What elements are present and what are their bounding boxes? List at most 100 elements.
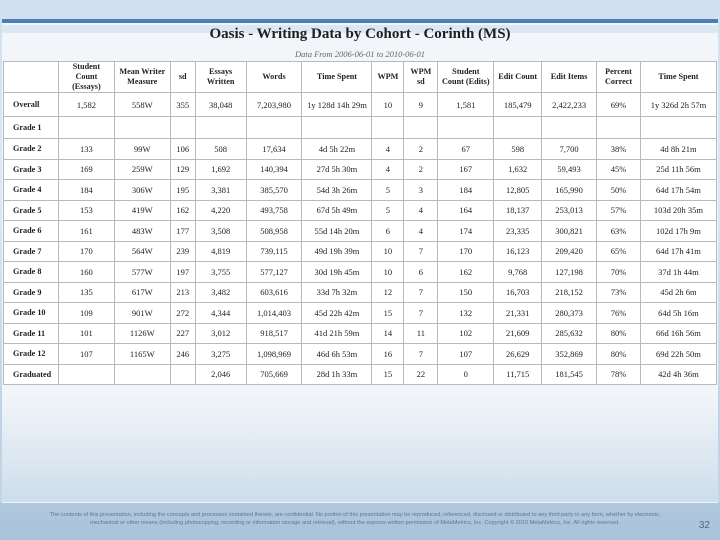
table-cell: 170: [437, 240, 495, 262]
table-row: Grade 8 160 577W 197 3,755 577,127 30d 19h 45m…: [3, 261, 718, 283]
table-cell: 99W: [113, 138, 171, 160]
table-cell: [403, 116, 439, 139]
table-cell: 493,758: [245, 199, 303, 221]
table-cell: 1,632: [493, 158, 543, 180]
table-cell: 153: [57, 199, 115, 221]
row-label: Grade 8: [3, 261, 59, 283]
table-cell: 4,220: [194, 199, 247, 221]
row-label: Grade 2: [3, 138, 59, 160]
table-cell: 129: [169, 158, 196, 180]
table-cell: 46d 6h 53m: [301, 343, 373, 365]
table-cell: 73%: [596, 281, 641, 303]
table-cell: 160: [57, 261, 115, 283]
table-cell: 1,582: [57, 92, 115, 117]
table-cell: 209,420: [541, 240, 598, 262]
table-cell: 306W: [113, 179, 171, 201]
table-cell: 7: [403, 281, 439, 303]
table-cell: 577W: [113, 261, 171, 283]
table-cell: 30d 19h 45m: [301, 261, 373, 283]
table-cell: 107: [57, 343, 115, 365]
table-cell: 69d 22h 50m: [639, 343, 718, 365]
table-body: Overall 1,582 558W 355 38,048 7,203,980 1y 128…: [3, 92, 718, 385]
table-cell: [169, 363, 196, 385]
table-cell: 253,013: [541, 199, 598, 221]
table-cell: 11,715: [493, 363, 543, 385]
table-cell: 300,821: [541, 220, 598, 242]
column-header: [3, 61, 59, 93]
table-row: Grade 5 153 419W 162 4,220 493,758 67d 5h 49m 5…: [3, 199, 718, 221]
table-cell: 45%: [596, 158, 641, 180]
table-cell: 918,517: [245, 322, 303, 344]
table-cell: 7: [403, 343, 439, 365]
table-cell: 18,137: [493, 199, 543, 221]
table-cell: 41d 21h 59m: [301, 322, 373, 344]
column-header: WPM: [371, 61, 405, 93]
table-cell: 42d 4h 36m: [639, 363, 718, 385]
column-header: Percent Correct: [596, 61, 641, 93]
table-cell: 107: [437, 343, 495, 365]
table-cell: 184: [57, 179, 115, 201]
table-row: Grade 3 169 259W 129 1,692 140,394 27d 5h 30m 4…: [3, 158, 718, 180]
table-row: Grade 7 170 564W 239 4,819 739,115 49d 19h 39m…: [3, 240, 718, 262]
table-cell: 227: [169, 322, 196, 344]
table-cell: 102: [437, 322, 495, 344]
column-header: sd: [169, 61, 196, 93]
table-cell: 103d 20h 35m: [639, 199, 718, 221]
table-cell: 161: [57, 220, 115, 242]
table-cell: 12,805: [493, 179, 543, 201]
table-cell: 16,703: [493, 281, 543, 303]
table-cell: 3,482: [194, 281, 247, 303]
table-cell: 106: [169, 138, 196, 160]
table-cell: 10: [371, 240, 405, 262]
table-cell: 28d 1h 33m: [301, 363, 373, 385]
column-header: Edit Items: [541, 61, 598, 93]
table-cell: 2: [403, 138, 439, 160]
table-cell: 127,198: [541, 261, 598, 283]
table-cell: 80%: [596, 322, 641, 344]
table-row: Grade 10 109 901W 272 4,344 1,014,403 45d 22h …: [3, 302, 718, 324]
table-cell: 9: [403, 92, 439, 117]
column-header: Essays Written: [194, 61, 247, 93]
confidentiality-footer: The contents of this presentation, inclu…: [49, 512, 661, 526]
table-cell: 3,755: [194, 261, 247, 283]
table-cell: 3,508: [194, 220, 247, 242]
table-cell: 4: [371, 138, 405, 160]
table-cell: 10: [371, 92, 405, 117]
table-cell: 3,381: [194, 179, 247, 201]
row-label: Grade 6: [3, 220, 59, 242]
table-cell: 4: [403, 220, 439, 242]
table-cell: 169: [57, 158, 115, 180]
table-cell: 57%: [596, 199, 641, 221]
table-cell: [245, 116, 303, 139]
table-cell: 162: [169, 199, 196, 221]
row-label: Grade 7: [3, 240, 59, 262]
table-cell: 37d 1h 44m: [639, 261, 718, 283]
table-cell: 1165W: [113, 343, 171, 365]
table-cell: 7: [403, 302, 439, 324]
table-cell: 197: [169, 261, 196, 283]
table-cell: 3: [403, 179, 439, 201]
table-cell: 280,373: [541, 302, 598, 324]
table-cell: [371, 116, 405, 139]
table-cell: 1y 326d 2h 57m: [639, 92, 718, 117]
table-cell: [596, 116, 641, 139]
table-cell: 67d 5h 49m: [301, 199, 373, 221]
column-header: Time Spent: [301, 61, 373, 93]
table-cell: [194, 116, 247, 139]
row-label: Overall: [3, 92, 59, 117]
table-cell: 218,152: [541, 281, 598, 303]
table-cell: 16: [371, 343, 405, 365]
table-cell: [169, 116, 196, 139]
table-cell: [57, 116, 115, 139]
table-cell: 7: [403, 240, 439, 262]
column-header: Mean Writer Measure: [113, 61, 171, 93]
table-row: Grade 6 161 483W 177 3,508 508,958 55d 14h 20m…: [3, 220, 718, 242]
column-header: Words: [245, 61, 303, 93]
row-label: Grade 5: [3, 199, 59, 221]
table-cell: 23,335: [493, 220, 543, 242]
table-cell: 69%: [596, 92, 641, 117]
table-row: Grade 9 135 617W 213 3,482 603,616 33d 7h 32m 1…: [3, 281, 718, 303]
table-cell: 195: [169, 179, 196, 201]
row-label: Grade 10: [3, 302, 59, 324]
table-cell: 246: [169, 343, 196, 365]
